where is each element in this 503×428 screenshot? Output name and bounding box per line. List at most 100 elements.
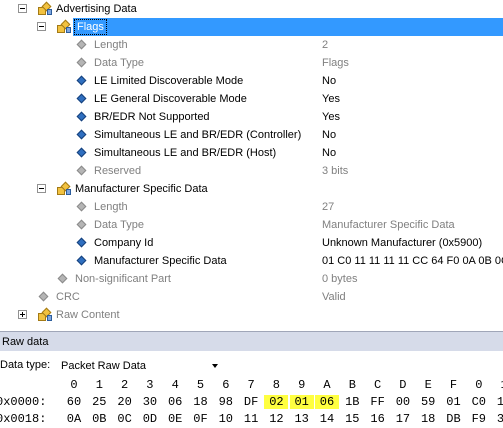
tree-row-flags-data-type[interactable]: Data Type Flags (0, 54, 503, 72)
tree-value: Manufacturer Specific Data (322, 219, 455, 231)
hex-column-label: 0 (70, 378, 78, 392)
hex-column-label: F (449, 378, 458, 392)
hex-byte[interactable]: 06 (315, 395, 339, 409)
hex-byte[interactable]: 13 (290, 412, 314, 426)
tree-row-msd-data-type[interactable]: Data Type Manufacturer Specific Data (0, 216, 503, 234)
hex-byte[interactable]: 11 (492, 395, 503, 409)
hex-byte[interactable]: 18 (189, 395, 213, 409)
hex-column-label: 3 (146, 378, 154, 392)
collapse-icon[interactable] (18, 4, 27, 13)
hex-byte[interactable]: 00 (391, 395, 415, 409)
tree-row-bredr-not-supported[interactable]: BR/EDR Not Supported Yes (0, 108, 503, 126)
data-type-select[interactable]: Packet Raw Data (56, 355, 222, 375)
hex-byte[interactable]: 0F (189, 412, 213, 426)
hex-byte[interactable]: 3D (492, 412, 503, 426)
field-icon (75, 74, 91, 88)
tree-label: Flags (74, 19, 107, 35)
hex-byte[interactable]: DB (442, 412, 466, 426)
hex-byte[interactable]: 60 (62, 395, 86, 409)
hex-column-label: 5 (196, 378, 205, 392)
data-type-selected-value: Packet Raw Data (61, 360, 146, 372)
raw-data-header: Raw data (0, 331, 503, 351)
hex-byte[interactable]: 0C (113, 412, 137, 426)
packet-tree[interactable]: Advertising Data Flags Length 2 Data Type Fla… (0, 0, 503, 324)
collapse-icon[interactable] (37, 184, 46, 193)
hex-column-label: 8 (272, 378, 280, 392)
hex-column-label: 2 (120, 378, 129, 392)
tree-row-simul-controller[interactable]: Simultaneous LE and BR/EDR (Controller) N… (0, 126, 503, 144)
tree-row-msd-length[interactable]: Length 27 (0, 198, 503, 216)
hex-byte[interactable]: 17 (391, 412, 415, 426)
tree-value: Valid (322, 291, 346, 303)
tree-label: Advertising Data (56, 3, 137, 15)
hex-view[interactable]: 0123456789ABCDEF010x0000:60252030061898D… (0, 377, 503, 428)
tree-value: Unknown Manufacturer (0x5900) (322, 237, 483, 249)
tree-value: Flags (322, 57, 349, 69)
collapse-icon[interactable] (37, 22, 46, 31)
tree-row-le-limited[interactable]: LE Limited Discoverable Mode No (0, 72, 503, 90)
hex-byte[interactable]: 0A (62, 412, 86, 426)
hex-row: 0x0000: 60 25 20 30 06 18 98 DF 02 01 06 1B FF 00 59 01 C… (0, 394, 503, 410)
hex-byte[interactable]: 01 (289, 395, 314, 409)
tree-value: Yes (322, 111, 340, 123)
hex-byte[interactable]: 15 (340, 412, 364, 426)
hex-byte[interactable]: 0B (87, 412, 111, 426)
tree-label: Data Type (94, 219, 144, 231)
hex-byte[interactable]: C0 (467, 395, 491, 409)
hex-byte[interactable]: 25 (87, 395, 111, 409)
field-grey-icon (56, 272, 72, 286)
hex-byte[interactable]: 14 (315, 412, 339, 426)
hex-byte[interactable]: 16 (366, 412, 390, 426)
hex-byte[interactable]: F9 (467, 412, 491, 426)
tree-row-msd-value[interactable]: Manufacturer Specific Data 01 C0 11 11 11… (0, 252, 503, 270)
selection-highlight (73, 18, 503, 36)
hex-column-label: 6 (222, 378, 230, 392)
field-grey-icon (75, 218, 91, 232)
hex-byte[interactable]: FF (366, 395, 390, 409)
hex-column-header: 0123456789ABCDEF01 (0, 377, 503, 393)
data-type-label: Data type: (0, 359, 51, 371)
field-icon (75, 110, 91, 124)
hex-byte[interactable]: 06 (163, 395, 187, 409)
field-icon (75, 254, 91, 268)
chevron-down-icon[interactable] (212, 364, 218, 368)
field-icon (75, 146, 91, 160)
tree-row-non-significant-part[interactable]: Non-significant Part 0 bytes (0, 270, 503, 288)
hex-byte[interactable]: 20 (113, 395, 137, 409)
hex-byte[interactable]: 1B (340, 395, 364, 409)
hex-byte[interactable]: 0E (163, 412, 187, 426)
tree-row-advertising-data[interactable]: Advertising Data (0, 0, 503, 18)
tree-label: Length (94, 39, 128, 51)
hex-byte[interactable]: 11 (239, 412, 263, 426)
field-icon (75, 236, 91, 250)
hex-byte[interactable]: 98 (214, 395, 238, 409)
tree-row-flags[interactable]: Flags (0, 18, 503, 36)
tree-row-flags-length[interactable]: Length 2 (0, 36, 503, 54)
tree-row-le-general[interactable]: LE General Discoverable Mode Yes (0, 90, 503, 108)
tree-row-company-id[interactable]: Company Id Unknown Manufacturer (0x5900) (0, 234, 503, 252)
tree-value: Yes (322, 93, 340, 105)
hex-offset: 0x0018: (0, 412, 47, 426)
tree-row-simul-host[interactable]: Simultaneous LE and BR/EDR (Host) No (0, 144, 503, 162)
hex-byte[interactable]: 01 (442, 395, 466, 409)
tree-row-crc[interactable]: CRC Valid (0, 288, 503, 306)
hex-byte[interactable]: 10 (214, 412, 238, 426)
tree-row-manufacturer-specific-data[interactable]: Manufacturer Specific Data (0, 180, 503, 198)
hex-column-label: 9 (298, 378, 306, 392)
hex-byte[interactable]: 12 (264, 412, 288, 426)
tree-row-reserved[interactable]: Reserved 3 bits (0, 162, 503, 180)
tree-row-raw-content[interactable]: Raw Content (0, 306, 503, 324)
field-grey-icon (75, 56, 91, 70)
hex-byte[interactable]: DF (239, 395, 263, 409)
hex-byte[interactable]: 0D (138, 412, 162, 426)
expand-icon[interactable] (18, 310, 27, 319)
hex-byte[interactable]: 59 (416, 395, 440, 409)
hex-row: 0x0018: 0A 0B 0C 0D 0E 0F 10 11 12 13 14 15 16 17 18 DB F… (0, 411, 503, 427)
hex-byte[interactable]: 30 (138, 395, 162, 409)
tree-label: Raw Content (56, 309, 120, 321)
hex-byte[interactable]: 18 (416, 412, 440, 426)
tree-value: No (322, 129, 337, 141)
tree-label: Data Type (94, 57, 144, 69)
hex-byte[interactable]: 02 (264, 395, 289, 409)
field-grey-icon (75, 200, 91, 214)
